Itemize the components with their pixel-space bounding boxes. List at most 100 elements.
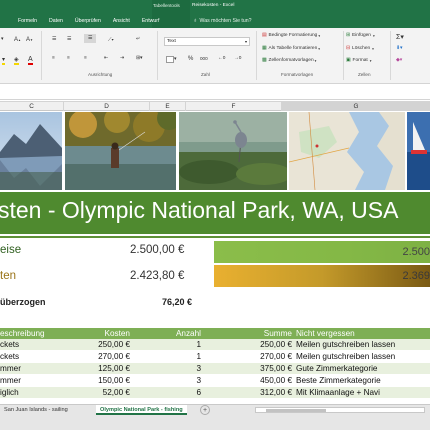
fill-color-icon[interactable]: ▾ bbox=[2, 56, 6, 65]
align-right-icon[interactable]: ≡ bbox=[84, 56, 87, 61]
map-photo[interactable] bbox=[289, 112, 405, 190]
column-header-f[interactable]: F bbox=[186, 102, 282, 111]
align-center-icon[interactable]: ≡ bbox=[67, 56, 70, 61]
tab-entwurf[interactable]: Entwurf bbox=[136, 14, 166, 28]
increase-indent-icon[interactable]: ⇥ bbox=[120, 56, 124, 61]
column-header-g[interactable]: G bbox=[282, 102, 430, 111]
cell-kosten[interactable]: 150,00 € bbox=[98, 375, 130, 386]
delete-cells-button[interactable]: ⊟ Löschen ▾ bbox=[346, 46, 374, 51]
header-nicht-vergessen[interactable]: Nicht vergessen bbox=[296, 328, 355, 339]
sheet-tab-san-juan[interactable]: San Juan Islands - sailing bbox=[0, 405, 72, 415]
cell-nicht-vergessen[interactable]: Beste Zimmerkategorie bbox=[296, 375, 381, 386]
cell-anzahl[interactable]: 1 bbox=[196, 339, 201, 350]
cell-description[interactable]: ckets bbox=[0, 339, 19, 350]
cell-kosten[interactable]: 125,00 € bbox=[98, 363, 130, 374]
header-summe[interactable]: Summe bbox=[264, 328, 292, 339]
cell-anzahl[interactable]: 6 bbox=[196, 387, 201, 398]
fill-icon[interactable]: ⬇▾ bbox=[396, 46, 402, 51]
accounting-format-icon[interactable]: ▾ bbox=[166, 56, 176, 63]
cell-styles-button[interactable]: ▩ Zellenformatvorlagen ▾ bbox=[262, 58, 316, 63]
tell-me-box[interactable]: ♁ Was möchten Sie tun? bbox=[193, 14, 252, 28]
sheet-tab-olympic[interactable]: Olympic National Park - fishing bbox=[96, 405, 187, 415]
merge-center-icon[interactable]: ⊞▾ bbox=[136, 56, 142, 61]
format-as-table-button[interactable]: ▦ Als Tabelle formatieren ▾ bbox=[262, 46, 320, 51]
tab-ansicht[interactable]: Ansicht bbox=[107, 14, 136, 28]
formula-bar[interactable] bbox=[0, 85, 430, 100]
column-header-e[interactable]: E bbox=[150, 102, 186, 111]
cell-summe[interactable]: 450,00 € bbox=[260, 375, 292, 386]
font-size-increase-icon[interactable]: A ▲ bbox=[14, 37, 21, 43]
decrease-indent-icon[interactable]: ⇤ bbox=[104, 56, 108, 61]
cell-description[interactable]: ckets bbox=[0, 351, 19, 362]
tab-daten[interactable]: Daten bbox=[43, 14, 69, 28]
column-header-row: C D E F G bbox=[0, 101, 430, 111]
number-format-dropdown[interactable]: Text ▾ bbox=[164, 37, 250, 46]
cell-description[interactable]: mmer bbox=[0, 363, 21, 374]
column-header-c[interactable]: C bbox=[0, 102, 64, 111]
increase-decimal-icon[interactable]: ←0 bbox=[218, 56, 225, 61]
cell-description[interactable]: iglich bbox=[0, 387, 19, 398]
cell-kosten[interactable]: 250,00 € bbox=[98, 339, 130, 350]
font-color-icon[interactable]: A bbox=[28, 56, 33, 65]
tab-formeln[interactable]: Formeln bbox=[12, 14, 43, 28]
tab-ueberpruefen[interactable]: Überprüfen bbox=[69, 14, 107, 28]
cell-summe[interactable]: 270,00 € bbox=[260, 351, 292, 362]
comma-style-icon[interactable]: 000 bbox=[200, 56, 208, 61]
cell-description[interactable]: mmer bbox=[0, 375, 21, 386]
paint-bucket-icon[interactable]: ◈ bbox=[14, 56, 19, 65]
percent-style-icon[interactable]: % bbox=[188, 56, 193, 62]
photo-strip bbox=[0, 112, 430, 190]
window-title: Reisekosten - Excel bbox=[192, 3, 235, 8]
sailing-photo[interactable] bbox=[407, 112, 430, 190]
context-tools-label: Tabellentools bbox=[153, 3, 180, 8]
conditional-formatting-button[interactable]: ▤ Bedingte Formatierung ▾ bbox=[262, 33, 320, 38]
tab-unnamed[interactable] bbox=[0, 14, 12, 28]
delete-icon: ⊟ bbox=[346, 46, 351, 51]
ribbon-separator bbox=[157, 31, 158, 80]
autosum-icon[interactable]: Σ▾ bbox=[396, 33, 404, 41]
align-left-icon[interactable]: ≡ bbox=[52, 56, 55, 61]
ribbon-separator bbox=[256, 31, 257, 80]
costs-bar-value: 2.369 bbox=[402, 270, 430, 282]
clear-icon[interactable]: ◆▾ bbox=[396, 58, 402, 63]
cell-anzahl[interactable]: 3 bbox=[196, 375, 201, 386]
align-top-icon[interactable]: ☰ bbox=[52, 37, 56, 42]
cell-nicht-vergessen[interactable]: Gute Zimmerkategorie bbox=[296, 363, 377, 374]
align-middle-icon[interactable]: ☰ bbox=[67, 37, 71, 42]
column-header-d[interactable]: D bbox=[64, 102, 150, 111]
heron-coast-photo[interactable] bbox=[179, 112, 287, 190]
horizontal-scrollbar[interactable] bbox=[255, 407, 425, 413]
cell-anzahl[interactable]: 1 bbox=[196, 351, 201, 362]
budget-bar-value: 2.500 bbox=[402, 246, 430, 258]
cell-summe[interactable]: 375,00 € bbox=[260, 363, 292, 374]
scrollbar-thumb[interactable] bbox=[266, 409, 326, 412]
table-row: mmer 125,00 € 3 375,00 € Gute Zimmerkate… bbox=[0, 363, 430, 374]
cell-summe[interactable]: 250,00 € bbox=[260, 339, 292, 350]
cell-styles-icon: ▩ bbox=[262, 58, 267, 63]
cell-kosten[interactable]: 52,00 € bbox=[103, 387, 130, 398]
header-anzahl[interactable]: Anzahl bbox=[176, 328, 201, 339]
format-cells-button[interactable]: ▣ Format ▾ bbox=[346, 58, 372, 63]
cell-anzahl[interactable]: 3 bbox=[196, 363, 201, 374]
table-row: mmer 150,00 € 3 450,00 € Beste Zimmerkat… bbox=[0, 375, 430, 386]
cell-kosten[interactable]: 270,00 € bbox=[98, 351, 130, 362]
font-size-decrease-icon[interactable]: A ▼ bbox=[26, 37, 33, 43]
insert-icon: ⊞ bbox=[346, 33, 351, 38]
fishing-river-photo[interactable] bbox=[65, 112, 176, 190]
align-bottom-icon[interactable]: ☰ bbox=[84, 34, 97, 43]
font-size-dropdown-icon[interactable]: ▾ bbox=[1, 37, 3, 42]
lake-mountain-photo[interactable] bbox=[0, 112, 62, 190]
group-label-styles: Formatvorlagen bbox=[281, 72, 314, 77]
cell-nicht-vergessen[interactable]: Meilen gutschreiben lassen bbox=[296, 351, 395, 362]
cell-nicht-vergessen[interactable]: Meilen gutschreiben lassen bbox=[296, 339, 395, 350]
orientation-icon[interactable]: ⟋▾ bbox=[108, 37, 114, 43]
insert-cells-button[interactable]: ⊞ Einfügen ▾ bbox=[346, 33, 375, 38]
header-beschreibung[interactable]: eschreibung bbox=[0, 328, 45, 339]
cell-nicht-vergessen[interactable]: Mit Klimaanlage + Navi bbox=[296, 387, 380, 398]
decrease-decimal-icon[interactable]: →0 bbox=[234, 56, 241, 61]
cell-summe[interactable]: 312,00 € bbox=[260, 387, 292, 398]
banner-underline bbox=[0, 236, 430, 238]
wrap-text-icon[interactable]: ↵ bbox=[136, 37, 140, 42]
add-sheet-icon[interactable]: + bbox=[200, 405, 210, 415]
header-kosten[interactable]: Kosten bbox=[105, 328, 131, 339]
